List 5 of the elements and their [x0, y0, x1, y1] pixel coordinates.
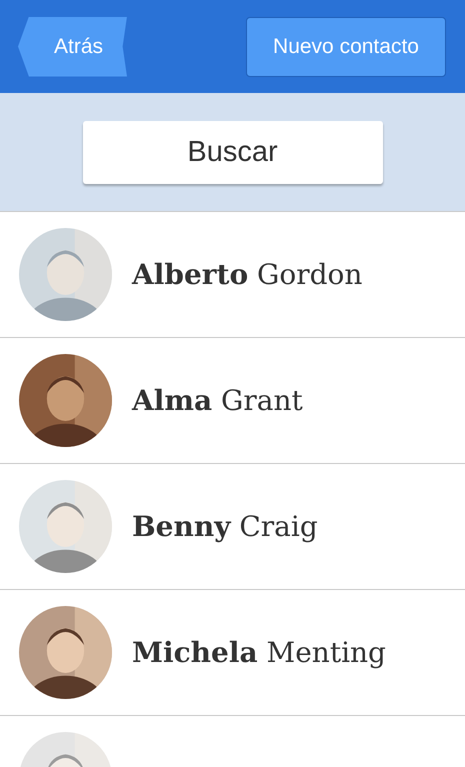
- contact-name[interactable]: Michela Menting: [132, 636, 386, 669]
- contact-name[interactable]: Alberto Gordon: [132, 258, 362, 291]
- search-button[interactable]: Buscar: [82, 120, 382, 184]
- contact-name[interactable]: Benny Craig: [132, 510, 318, 543]
- contact-name[interactable]: Alma Grant: [132, 384, 303, 417]
